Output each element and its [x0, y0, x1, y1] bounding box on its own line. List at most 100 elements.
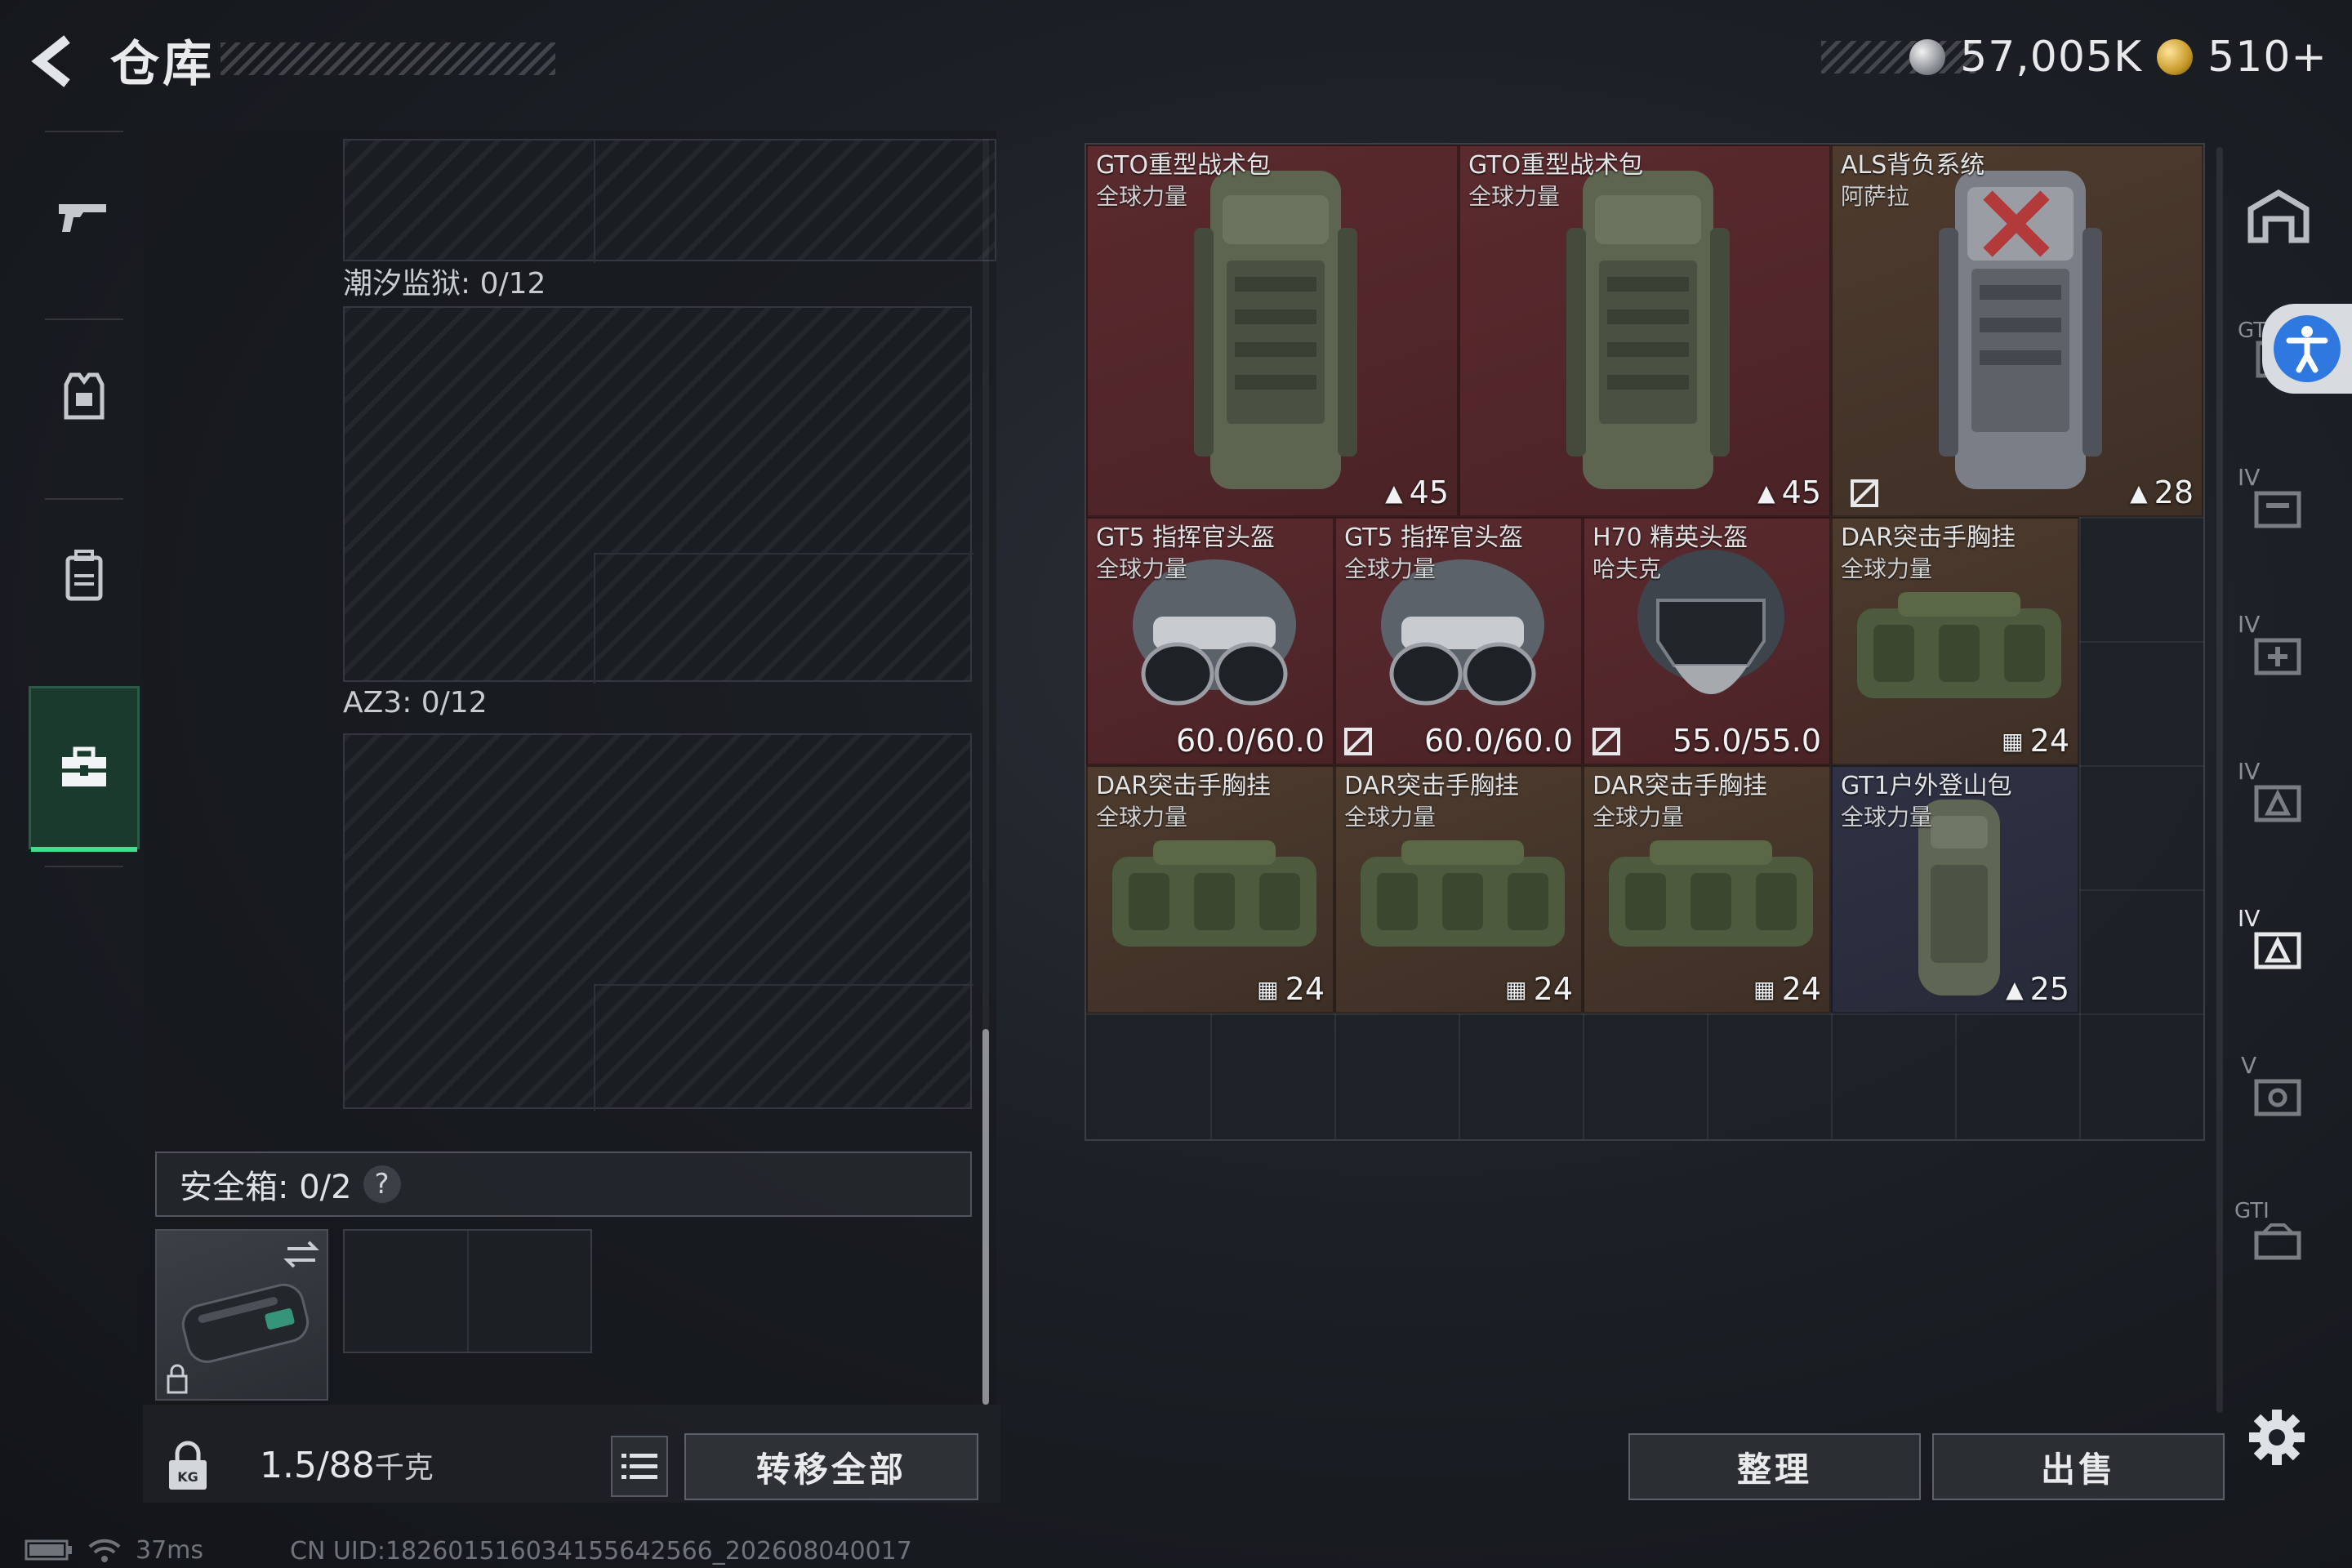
item-name: GT5 指挥官头盔	[1096, 523, 1276, 552]
item-name: GTO重型战术包	[1468, 151, 1644, 180]
ping-value: 37ms	[136, 1535, 204, 1565]
rail-armor-storage[interactable]: IV	[2230, 898, 2328, 996]
backpack-icon: ▲	[1757, 479, 1775, 506]
chest-rig-icon	[1609, 840, 1813, 947]
rail-divider	[45, 498, 123, 500]
weight-unit: 千克	[374, 1451, 434, 1485]
settings-button[interactable]	[2244, 1405, 2310, 1470]
rail-medical-storage[interactable]: IV	[2230, 604, 2328, 702]
rail-workbench[interactable]: GTI	[2230, 1192, 2328, 1290]
backpack-icon	[1194, 171, 1357, 489]
item-card[interactable]: GTO重型战术包 全球力量 ▲ 45	[1459, 145, 1831, 517]
rail-warehouse[interactable]	[2230, 167, 2328, 265]
rail-item-weapons[interactable]	[29, 143, 140, 290]
chest-rig-icon: ▦	[1505, 975, 1527, 1003]
list-icon	[621, 1453, 657, 1479]
title-decoration	[220, 42, 555, 75]
silver-currency-value: 57,005K	[1960, 33, 2143, 82]
item-durability: 60.0/60.0	[1175, 723, 1325, 759]
transfer-all-button[interactable]: 转移全部	[684, 1433, 978, 1500]
item-card[interactable]: DAR突击手胸挂 全球力量 ▦ 24	[1086, 765, 1334, 1013]
slot-divider	[467, 1231, 469, 1352]
back-button[interactable]	[24, 33, 82, 90]
item-name: DAR突击手胸挂	[1841, 523, 2016, 552]
item-capacity: ▦ 24	[1753, 971, 1821, 1007]
item-card[interactable]: ALS背负系统 阿萨拉 ▲ 28	[1831, 145, 2203, 517]
item-capacity: ▲ 45	[1385, 474, 1449, 510]
item-card[interactable]: GT5 指挥官头盔 全球力量 60.0/60.0	[1086, 517, 1334, 765]
item-capacity: ▲ 28	[2130, 474, 2194, 510]
tier-label: IV	[2238, 758, 2261, 785]
accessibility-button[interactable]	[2262, 304, 2352, 394]
tier-label: IV	[2238, 611, 2261, 638]
left-category-rail	[29, 131, 143, 874]
item-durability: 55.0/55.0	[1672, 723, 1821, 759]
status-bar: 37ms	[24, 1534, 203, 1566]
backpack-icon	[65, 550, 103, 601]
item-capacity: ▲ 25	[2006, 971, 2069, 1007]
wifi-icon	[88, 1539, 121, 1562]
item-capacity: ▦ 24	[1505, 971, 1573, 1007]
item-capacity-value: 25	[2029, 971, 2069, 1007]
rail-item-armor[interactable]	[29, 323, 140, 470]
section-label-tidal-prison: 潮汐监狱: 0/12	[343, 267, 546, 301]
item-card[interactable]: H70 精英头盔 哈夫克 55.0/55.0	[1583, 517, 1831, 765]
item-card[interactable]: DAR突击手胸挂 全球力量 ▦ 24	[1831, 517, 2079, 765]
safe-box-header: 安全箱: 0/2 ?	[155, 1152, 972, 1217]
tier-label: V	[2241, 1052, 2257, 1079]
list-view-button[interactable]	[611, 1436, 668, 1497]
toolbox-icon	[62, 746, 106, 786]
item-brand: 哈夫克	[1592, 555, 1662, 582]
tier-label: IV	[2238, 905, 2261, 932]
backpack-icon: ▲	[2130, 479, 2148, 506]
user-uid: CN UID:18260151603415564​2566_2026080400…	[290, 1537, 912, 1566]
gear-icon	[2249, 1410, 2305, 1465]
weight-display: 1.5/88千克	[260, 1444, 434, 1486]
no-drop-icon	[1851, 479, 1878, 507]
chest-rig-icon	[1361, 840, 1565, 947]
storage-slot-area[interactable]	[343, 139, 996, 263]
chest-rig-icon	[1857, 592, 2061, 698]
item-capacity-value: 24	[1533, 971, 1573, 1007]
chest-rig-icon: ▦	[1257, 975, 1279, 1003]
rail-gear-rack[interactable]: V	[2230, 1045, 2328, 1143]
rail-storage-tier[interactable]: IV	[2230, 457, 2328, 555]
item-capacity-value: 24	[1285, 971, 1325, 1007]
item-capacity-value: 24	[2029, 723, 2069, 759]
rail-divider	[45, 318, 123, 320]
weight-value: 1.5/88	[260, 1445, 375, 1486]
item-brand: 全球力量	[1096, 555, 1188, 582]
warehouse-icon	[2247, 189, 2310, 243]
item-card[interactable]: DAR突击手胸挂 全球力量 ▦ 24	[1334, 765, 1583, 1013]
back-arrow-icon	[31, 35, 70, 87]
currency-bar: 57,005K 510+	[1821, 31, 2328, 83]
gun-icon	[59, 204, 106, 232]
item-name: GTO重型战术包	[1096, 151, 1272, 180]
sort-button[interactable]: 整理	[1628, 1433, 1921, 1500]
storage-scrollbar[interactable]	[982, 1029, 989, 1405]
item-card[interactable]: GT1户外登山包 全球力量 ▲ 25	[1831, 765, 2079, 1013]
storage-slot-area[interactable]	[343, 306, 973, 684]
rail-item-backpack[interactable]	[29, 502, 140, 649]
slot-divider	[594, 984, 973, 986]
item-card[interactable]: GT5 指挥官头盔 全球力量 60.0/60.0	[1334, 517, 1583, 765]
item-name: DAR突击手胸挂	[1096, 772, 1271, 800]
sell-button[interactable]: 出售	[1932, 1433, 2225, 1500]
rail-item-safebox[interactable]	[29, 686, 140, 852]
rail-ammo-storage[interactable]: IV	[2230, 751, 2328, 849]
battery-icon	[24, 1539, 72, 1561]
safe-case-icon	[167, 1241, 319, 1394]
section-label-az3: AZ3: 0/12	[343, 686, 488, 719]
safe-box-empty-slot[interactable]	[343, 1229, 592, 1353]
grid-line	[1086, 1013, 2203, 1015]
item-card[interactable]: GTO重型战术包 全球力量 ▲ 45	[1086, 145, 1459, 517]
safe-box-help-button[interactable]: ?	[363, 1165, 401, 1203]
kg-lock-icon: KG	[169, 1441, 207, 1490]
weight-lock-button[interactable]: KG	[159, 1437, 225, 1494]
storage-slot-area[interactable]	[343, 733, 973, 1111]
item-durability: 60.0/60.0	[1423, 723, 1573, 759]
safe-box-item[interactable]	[155, 1229, 328, 1401]
no-drop-icon	[1592, 728, 1620, 755]
item-card[interactable]: DAR突击手胸挂 全球力量 ▦ 24	[1583, 765, 1831, 1013]
gold-currency-value[interactable]: 510+	[2207, 33, 2328, 82]
